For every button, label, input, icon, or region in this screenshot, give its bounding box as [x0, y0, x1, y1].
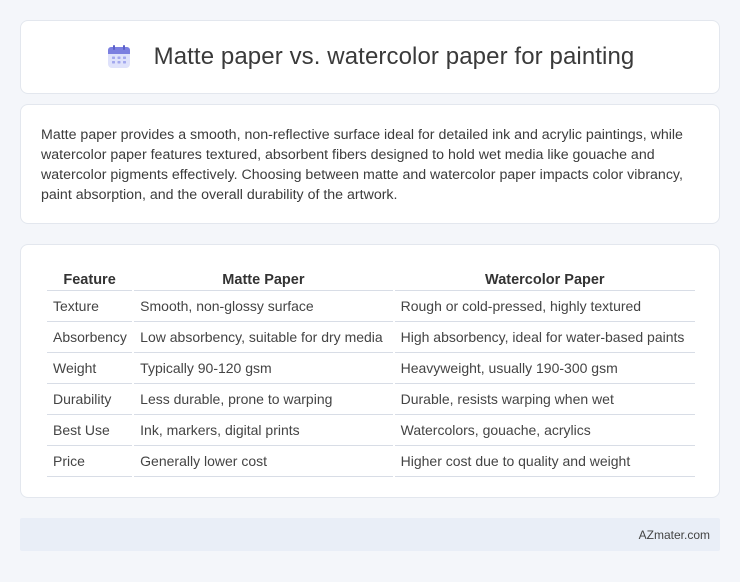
- cell-feature: Absorbency: [47, 322, 133, 353]
- table-header-row: Feature Matte Paper Watercolor Paper: [47, 265, 695, 291]
- table-row: Texture Smooth, non-glossy surface Rough…: [47, 291, 695, 322]
- intro-card: Matte paper provides a smooth, non-refle…: [20, 104, 720, 224]
- cell-matte: Smooth, non-glossy surface: [134, 291, 393, 322]
- cell-matte: Typically 90-120 gsm: [134, 353, 393, 384]
- cell-matte: Generally lower cost: [134, 446, 393, 477]
- cell-feature: Price: [47, 446, 133, 477]
- intro-text: Matte paper provides a smooth, non-refle…: [41, 127, 683, 203]
- header-matte-paper: Matte Paper: [134, 265, 393, 291]
- cell-matte: Less durable, prone to warping: [134, 384, 393, 415]
- calendar-icon: [107, 45, 130, 68]
- table-row: Best Use Ink, markers, digital prints Wa…: [47, 415, 695, 446]
- footer-bar: AZmater.com: [20, 518, 720, 551]
- cell-feature: Best Use: [47, 415, 133, 446]
- cell-feature: Durability: [47, 384, 133, 415]
- table-row: Weight Typically 90-120 gsm Heavyweight,…: [47, 353, 695, 384]
- cell-matte: Low absorbency, suitable for dry media: [134, 322, 393, 353]
- table-row: Price Generally lower cost Higher cost d…: [47, 446, 695, 477]
- cell-matte: Ink, markers, digital prints: [134, 415, 393, 446]
- table-row: Absorbency Low absorbency, suitable for …: [47, 322, 695, 353]
- cell-feature: Weight: [47, 353, 133, 384]
- header-feature: Feature: [47, 265, 133, 291]
- title-wrap: Matte paper vs. watercolor paper for pai…: [106, 43, 635, 71]
- cell-watercolor: Watercolors, gouache, acrylics: [394, 415, 695, 446]
- header-watercolor-paper: Watercolor Paper: [394, 265, 695, 291]
- cell-watercolor: Higher cost due to quality and weight: [394, 446, 695, 477]
- comparison-table: Feature Matte Paper Watercolor Paper Tex…: [45, 265, 697, 477]
- cell-watercolor: Rough or cold-pressed, highly textured: [394, 291, 695, 322]
- cell-watercolor: Durable, resists warping when wet: [394, 384, 695, 415]
- table-row: Durability Less durable, prone to warpin…: [47, 384, 695, 415]
- cell-feature: Texture: [47, 291, 133, 322]
- cell-watercolor: High absorbency, ideal for water-based p…: [394, 322, 695, 353]
- footer-brand[interactable]: AZmater.com: [639, 528, 710, 542]
- cell-watercolor: Heavyweight, usually 190-300 gsm: [394, 353, 695, 384]
- page-title: Matte paper vs. watercolor paper for pai…: [153, 43, 635, 70]
- title-card: Matte paper vs. watercolor paper for pai…: [20, 20, 720, 94]
- table-card: Feature Matte Paper Watercolor Paper Tex…: [20, 244, 720, 498]
